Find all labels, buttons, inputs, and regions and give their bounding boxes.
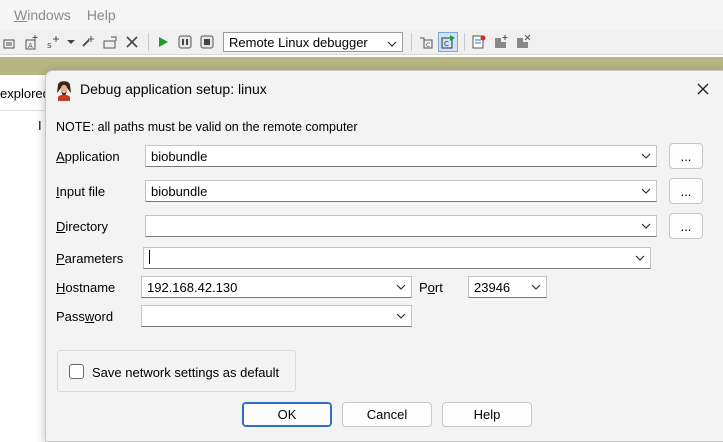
parameters-combobox[interactable] <box>143 247 651 269</box>
debugger-select-value: Remote Linux debugger <box>229 34 368 50</box>
help-button[interactable]: Help <box>442 402 532 427</box>
text-caret <box>149 249 150 264</box>
start-debugger-icon[interactable] <box>153 32 173 52</box>
save-network-settings-label[interactable]: Save network settings as default <box>92 365 279 380</box>
input-file-combobox[interactable]: biobundle <box>145 180 657 202</box>
cancel-button[interactable]: Cancel <box>342 402 432 427</box>
toolbar: A s Remote Linux debugger C C <box>0 30 723 55</box>
parameters-value <box>149 249 630 267</box>
ida-logo-icon <box>54 79 74 101</box>
attach-process-icon[interactable]: C <box>416 32 436 52</box>
debug-run-icon[interactable]: C <box>438 32 458 52</box>
application-combobox[interactable]: biobundle <box>145 145 657 167</box>
svg-text:C: C <box>426 42 430 49</box>
password-label: Password <box>56 309 114 324</box>
menu-windows[interactable]: Windows <box>0 7 79 23</box>
directory-label: Directory <box>56 219 109 234</box>
add-bookmark-icon[interactable] <box>78 32 98 52</box>
divider <box>0 110 50 111</box>
chevron-down-icon[interactable] <box>636 146 656 166</box>
add-enum-icon[interactable]: s <box>44 32 64 52</box>
password-combobox[interactable] <box>141 305 412 327</box>
remote-paths-note: NOTE: all paths must be valid on the rem… <box>56 120 358 134</box>
port-combobox[interactable]: 23946 <box>468 276 547 298</box>
port-value: 23946 <box>474 279 511 295</box>
debugger-select[interactable]: Remote Linux debugger <box>223 32 403 52</box>
chevron-down-icon[interactable] <box>526 277 546 297</box>
input-file-label: Input file <box>56 184 106 199</box>
chevron-down-icon[interactable] <box>630 248 650 268</box>
save-network-settings-checkbox[interactable] <box>69 364 84 379</box>
network-settings-group: Save network settings as default <box>57 350 296 392</box>
column-header: I <box>38 118 42 133</box>
toolbar-separator <box>464 33 465 51</box>
directory-combobox[interactable] <box>145 215 657 237</box>
chevron-down-icon[interactable] <box>391 306 411 326</box>
toolbar-separator <box>411 33 412 51</box>
svg-text:s: s <box>47 41 52 50</box>
directory-browse-button[interactable]: ... <box>669 213 703 239</box>
input-file-value: biobundle <box>151 183 208 199</box>
application-value: biobundle <box>151 148 208 164</box>
stop-debugger-icon[interactable] <box>197 32 217 52</box>
menu-help[interactable]: Help <box>79 7 124 23</box>
menu-bar: Windows Help <box>0 0 723 30</box>
functions-window-title: explored <box>0 86 50 101</box>
dropdown-arrow-icon[interactable] <box>66 32 76 52</box>
ok-button[interactable]: OK <box>242 402 332 427</box>
parameters-label: Parameters <box>56 251 124 266</box>
toolbar-separator <box>148 33 149 51</box>
breakpoint-list-icon[interactable] <box>469 32 489 52</box>
chevron-down-icon[interactable] <box>391 277 411 297</box>
application-label: Application <box>56 149 120 164</box>
delete-icon[interactable] <box>122 32 142 52</box>
input-file-browse-button[interactable]: ... <box>669 178 703 204</box>
add-struct-icon[interactable]: A <box>22 32 42 52</box>
debug-setup-dialog: Debug application setup: linux NOTE: all… <box>45 70 723 442</box>
add-segment-icon[interactable] <box>0 32 20 52</box>
delete-breakpoint-icon[interactable] <box>513 32 533 52</box>
chevron-down-icon[interactable] <box>636 181 656 201</box>
application-browse-button[interactable]: ... <box>669 143 703 169</box>
chevron-down-icon[interactable] <box>636 216 656 236</box>
pause-debugger-icon[interactable] <box>175 32 195 52</box>
chevron-down-icon <box>387 35 397 50</box>
edit-segment-icon[interactable] <box>100 32 120 52</box>
hostname-label: Hostname <box>56 280 116 295</box>
add-breakpoint-icon[interactable] <box>491 32 511 52</box>
hostname-value: 192.168.42.130 <box>147 279 238 295</box>
svg-text:C: C <box>444 40 449 48</box>
dialog-title: Debug application setup: linux <box>80 81 267 97</box>
port-label: Port <box>419 280 443 295</box>
close-icon[interactable] <box>693 79 713 99</box>
hostname-combobox[interactable]: 192.168.42.130 <box>141 276 412 298</box>
svg-text:A: A <box>28 42 33 50</box>
